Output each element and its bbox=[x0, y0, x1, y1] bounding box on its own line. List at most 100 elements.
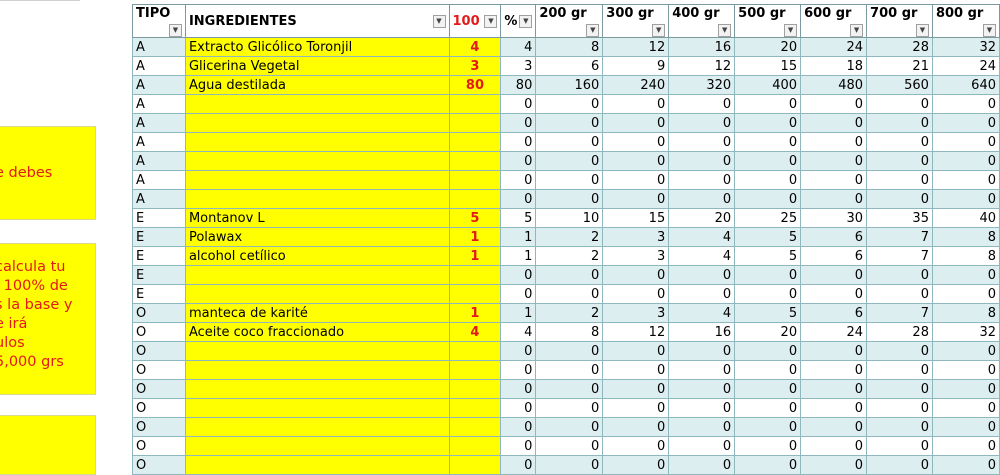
cell-amount[interactable]: 4 bbox=[668, 227, 736, 247]
cell-tipo[interactable]: E bbox=[132, 265, 186, 285]
cell-amount[interactable]: 0 bbox=[602, 151, 670, 171]
cell-ingrediente[interactable] bbox=[184, 436, 450, 456]
cell-amount[interactable]: 4 bbox=[500, 322, 537, 342]
cell-amount[interactable]: 4 bbox=[500, 37, 537, 57]
cell-amount[interactable]: 0 bbox=[931, 284, 1000, 304]
cell-percent-input[interactable] bbox=[448, 436, 502, 456]
cell-amount[interactable]: 0 bbox=[734, 284, 802, 304]
cell-amount[interactable]: 30 bbox=[800, 208, 868, 228]
cell-amount[interactable]: 0 bbox=[931, 417, 1000, 437]
cell-amount[interactable]: 0 bbox=[866, 94, 933, 114]
cell-amount[interactable]: 3 bbox=[602, 303, 670, 323]
filter-dropdown-icon[interactable]: ▼ bbox=[519, 14, 533, 28]
cell-tipo[interactable]: A bbox=[132, 56, 186, 76]
cell-amount[interactable]: 0 bbox=[931, 170, 1000, 190]
cell-amount[interactable]: 0 bbox=[668, 341, 736, 361]
cell-ingrediente[interactable]: Glicerina Vegetal bbox=[184, 56, 450, 76]
cell-amount[interactable]: 0 bbox=[734, 113, 802, 133]
cell-tipo[interactable]: O bbox=[132, 436, 186, 456]
cell-amount[interactable]: 8 bbox=[535, 37, 604, 57]
cell-amount[interactable]: 7 bbox=[866, 227, 933, 247]
cell-amount[interactable]: 0 bbox=[668, 436, 736, 456]
cell-percent-input[interactable] bbox=[448, 94, 502, 114]
cell-amount[interactable]: 0 bbox=[866, 265, 933, 285]
cell-amount[interactable]: 0 bbox=[734, 398, 802, 418]
cell-amount[interactable]: 0 bbox=[800, 265, 868, 285]
cell-amount[interactable]: 28 bbox=[866, 37, 933, 57]
cell-percent-input[interactable] bbox=[448, 113, 502, 133]
filter-dropdown-icon[interactable]: ▼ bbox=[983, 24, 996, 37]
cell-amount[interactable]: 0 bbox=[866, 379, 933, 399]
cell-amount[interactable]: 24 bbox=[800, 322, 868, 342]
cell-amount[interactable]: 0 bbox=[668, 455, 736, 475]
cell-amount[interactable]: 0 bbox=[602, 379, 670, 399]
cell-amount[interactable]: 12 bbox=[668, 56, 736, 76]
cell-amount[interactable]: 0 bbox=[602, 265, 670, 285]
cell-amount[interactable]: 6 bbox=[535, 56, 604, 76]
cell-amount[interactable]: 0 bbox=[931, 113, 1000, 133]
cell-amount[interactable]: 0 bbox=[535, 455, 604, 475]
filter-dropdown-icon[interactable]: ▼ bbox=[850, 24, 864, 37]
cell-amount[interactable]: 0 bbox=[535, 360, 604, 380]
cell-amount[interactable]: 3 bbox=[602, 246, 670, 266]
cell-amount[interactable]: 240 bbox=[602, 75, 670, 95]
cell-amount[interactable]: 8 bbox=[535, 322, 604, 342]
cell-tipo[interactable]: A bbox=[132, 94, 186, 114]
cell-percent-input[interactable] bbox=[448, 398, 502, 418]
cell-amount[interactable]: 0 bbox=[500, 417, 537, 437]
cell-tipo[interactable]: A bbox=[132, 75, 186, 95]
cell-amount[interactable]: 4 bbox=[668, 246, 736, 266]
cell-ingrediente[interactable] bbox=[184, 94, 450, 114]
cell-amount[interactable]: 8 bbox=[931, 303, 1000, 323]
cell-amount[interactable]: 20 bbox=[734, 37, 802, 57]
cell-amount[interactable]: 0 bbox=[535, 189, 604, 209]
cell-amount[interactable]: 0 bbox=[800, 436, 868, 456]
cell-amount[interactable]: 0 bbox=[668, 170, 736, 190]
cell-amount[interactable]: 0 bbox=[931, 436, 1000, 456]
cell-percent-input[interactable] bbox=[448, 265, 502, 285]
cell-amount[interactable]: 0 bbox=[535, 151, 604, 171]
cell-ingrediente[interactable] bbox=[184, 398, 450, 418]
cell-amount[interactable]: 0 bbox=[866, 132, 933, 152]
cell-amount[interactable]: 0 bbox=[800, 151, 868, 171]
cell-amount[interactable]: 0 bbox=[866, 113, 933, 133]
filter-dropdown-icon[interactable]: ▼ bbox=[168, 24, 182, 37]
cell-amount[interactable]: 0 bbox=[500, 455, 537, 475]
cell-amount[interactable]: 0 bbox=[535, 284, 604, 304]
cell-amount[interactable]: 35 bbox=[866, 208, 933, 228]
cell-amount[interactable]: 0 bbox=[602, 455, 670, 475]
cell-amount[interactable]: 20 bbox=[734, 322, 802, 342]
filter-dropdown-icon[interactable]: ▼ bbox=[586, 24, 600, 37]
cell-tipo[interactable]: A bbox=[132, 132, 186, 152]
cell-amount[interactable]: 0 bbox=[800, 170, 868, 190]
cell-amount[interactable]: 5 bbox=[734, 227, 802, 247]
cell-amount[interactable]: 0 bbox=[800, 417, 868, 437]
cell-amount[interactable]: 7 bbox=[866, 246, 933, 266]
cell-amount[interactable]: 320 bbox=[668, 75, 736, 95]
cell-amount[interactable]: 0 bbox=[734, 189, 802, 209]
cell-amount[interactable]: 0 bbox=[500, 151, 537, 171]
cell-ingrediente[interactable] bbox=[184, 151, 450, 171]
cell-amount[interactable]: 2 bbox=[535, 246, 604, 266]
cell-amount[interactable]: 0 bbox=[602, 436, 670, 456]
cell-amount[interactable]: 0 bbox=[800, 360, 868, 380]
cell-amount[interactable]: 6 bbox=[800, 246, 868, 266]
cell-amount[interactable]: 0 bbox=[500, 284, 537, 304]
cell-amount[interactable]: 80 bbox=[500, 75, 537, 95]
filter-dropdown-icon[interactable]: ▼ bbox=[915, 24, 929, 37]
cell-amount[interactable]: 12 bbox=[602, 37, 670, 57]
cell-amount[interactable]: 0 bbox=[734, 455, 802, 475]
cell-amount[interactable]: 0 bbox=[866, 170, 933, 190]
cell-amount[interactable]: 24 bbox=[800, 37, 868, 57]
cell-amount[interactable]: 0 bbox=[535, 94, 604, 114]
cell-ingrediente[interactable] bbox=[184, 284, 450, 304]
cell-amount[interactable]: 1 bbox=[500, 246, 537, 266]
cell-amount[interactable]: 0 bbox=[800, 113, 868, 133]
cell-amount[interactable]: 0 bbox=[500, 132, 537, 152]
cell-amount[interactable]: 0 bbox=[931, 341, 1000, 361]
cell-amount[interactable]: 0 bbox=[500, 113, 537, 133]
cell-ingrediente[interactable] bbox=[184, 132, 450, 152]
cell-percent-input[interactable] bbox=[448, 455, 502, 475]
cell-amount[interactable]: 0 bbox=[668, 379, 736, 399]
cell-amount[interactable]: 3 bbox=[500, 56, 537, 76]
